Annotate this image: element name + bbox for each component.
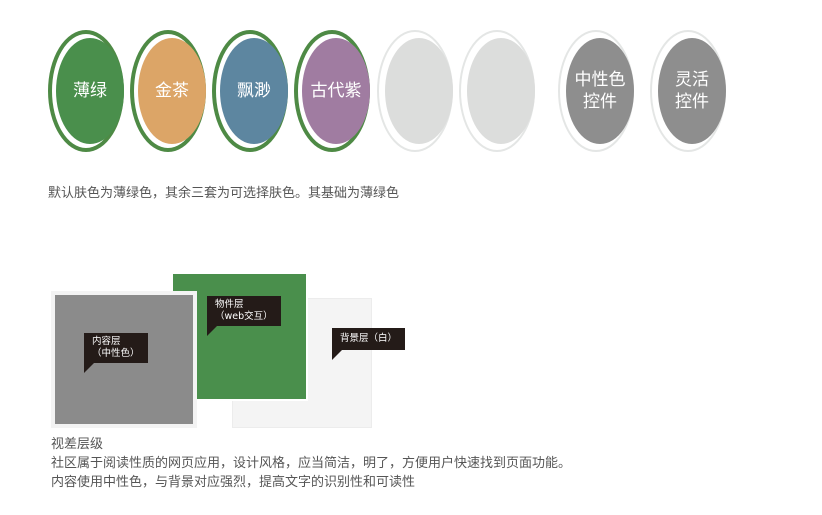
swatch-label: 灵活 控件 bbox=[658, 38, 726, 144]
swatch-label bbox=[385, 38, 453, 144]
swatch-flexible-controls: 灵活 控件 bbox=[650, 30, 730, 154]
body-line-2: 内容使用中性色，与背景对应强烈，提高文字的识别性和可读性 bbox=[51, 475, 416, 490]
object-layer-tag: 物件层 （web交互） bbox=[207, 296, 281, 336]
body-line-1: 社区属于阅读性质的网页应用，设计风格，应当简洁，明了，方便用户快速找到页面功能。 bbox=[51, 456, 572, 471]
swatch-label: 飘渺 bbox=[220, 38, 288, 144]
swatch-misty[interactable]: 飘渺 bbox=[212, 30, 292, 154]
swatch-empty-2 bbox=[459, 30, 539, 154]
swatch-ancient-purple[interactable]: 古代紫 bbox=[294, 30, 374, 154]
swatch-label: 金茶 bbox=[138, 38, 206, 144]
swatch-thin-green[interactable]: 薄绿 bbox=[48, 30, 128, 154]
swatch-label: 古代紫 bbox=[302, 38, 370, 144]
swatch-empty-1 bbox=[377, 30, 457, 154]
swatch-label: 薄绿 bbox=[56, 38, 124, 144]
swatch-neutral-controls: 中性色 控件 bbox=[558, 30, 638, 154]
skin-description: 默认肤色为薄绿色，其余三套为可选择肤色。其基础为薄绿色 bbox=[48, 186, 400, 201]
section-title: 视差层级 bbox=[51, 437, 104, 452]
swatch-label: 中性色 控件 bbox=[566, 38, 634, 144]
swatch-label bbox=[467, 38, 535, 144]
content-layer-tag: 内容层 （中性色） bbox=[84, 333, 148, 373]
background-layer-tag: 背景层（白） bbox=[332, 328, 406, 360]
swatch-gold-tea[interactable]: 金茶 bbox=[130, 30, 210, 154]
